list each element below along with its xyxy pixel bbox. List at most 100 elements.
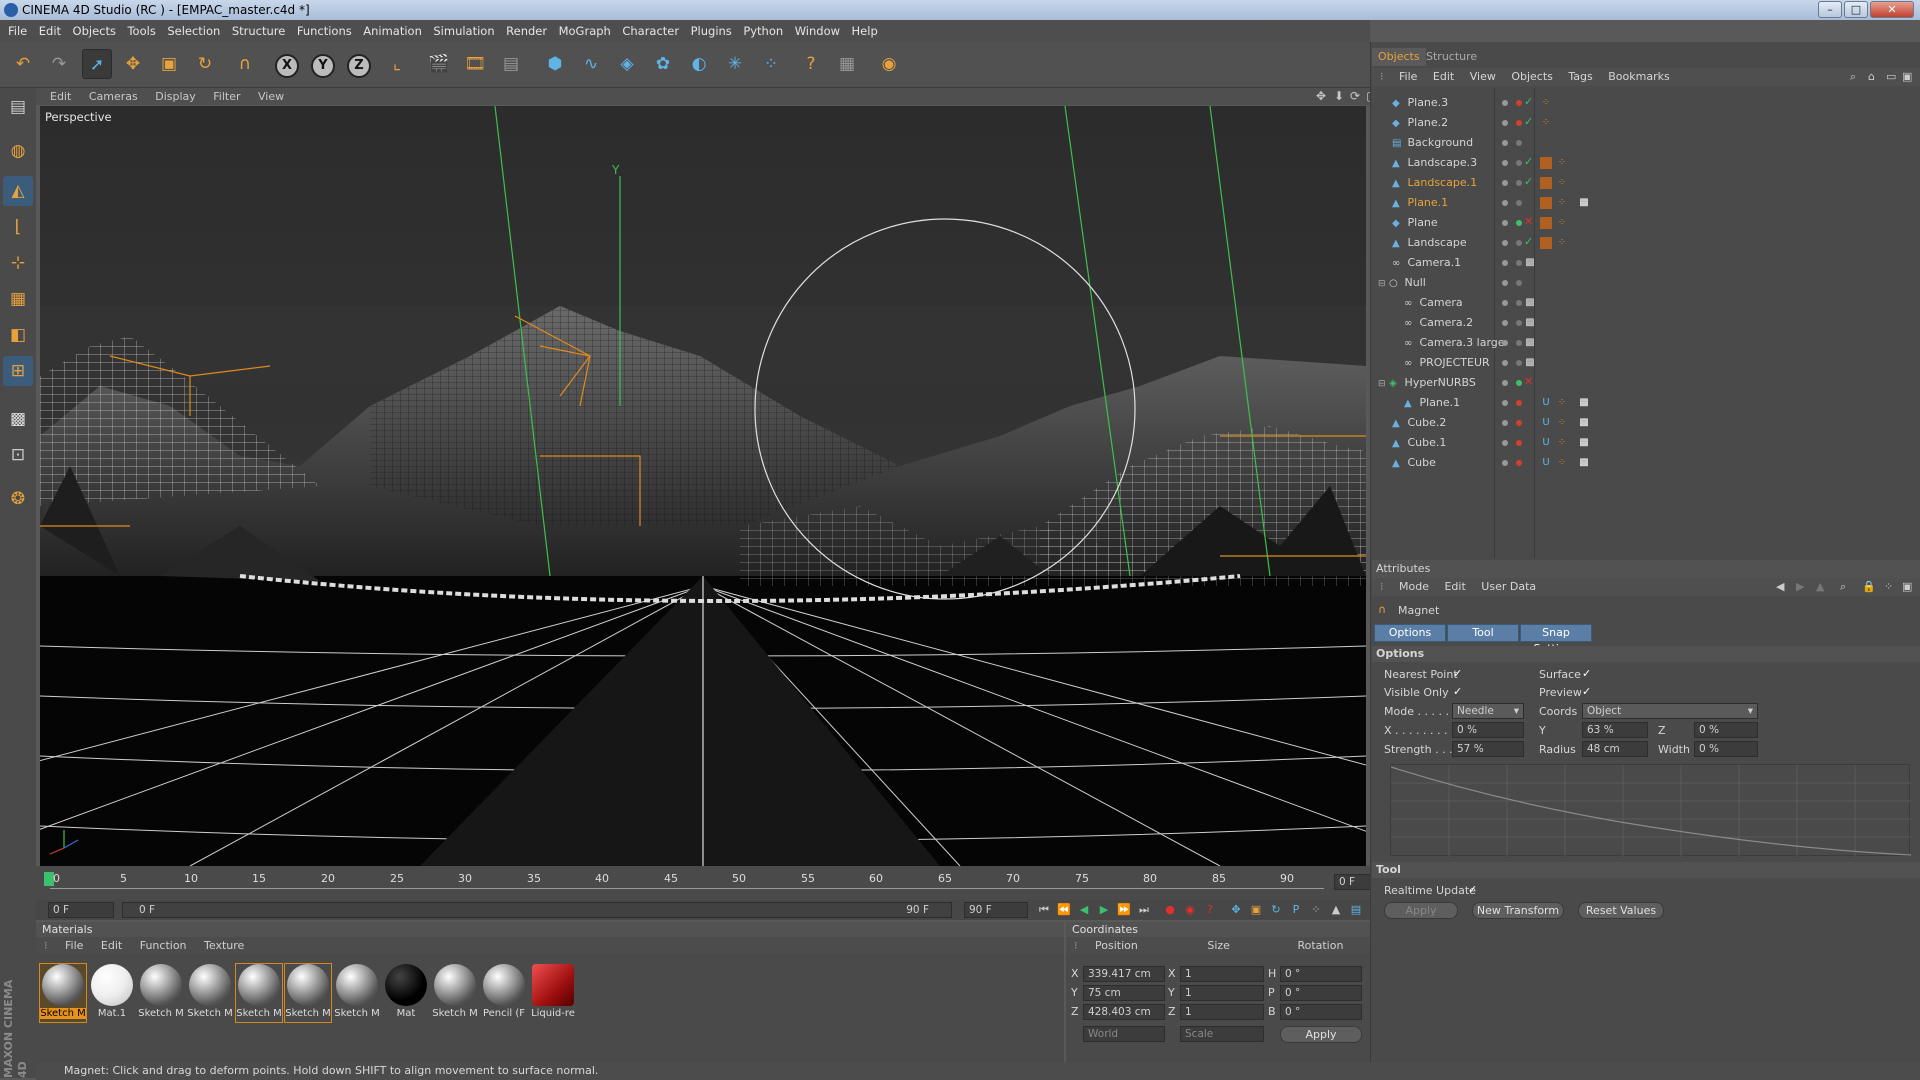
apply-button[interactable]: Apply: [1384, 902, 1458, 919]
checker-tag-icon[interactable]: ▩: [1578, 417, 1590, 429]
dolly-view-icon[interactable]: ⬇: [1334, 88, 1344, 105]
material-swatch[interactable]: Sketch M: [284, 963, 332, 1023]
menu-help[interactable]: Help: [852, 24, 878, 38]
material-swatch[interactable]: Liquid-re: [530, 964, 576, 1022]
object-row[interactable]: ▲ Plane.1: [1404, 394, 1460, 412]
mode-dropdown[interactable]: Needle ▾: [1452, 703, 1524, 719]
visibility-dot[interactable]: [1516, 420, 1522, 426]
checker-tag-icon[interactable]: ▩: [1578, 397, 1590, 409]
visibility-dot[interactable]: [1502, 220, 1508, 226]
visibility-dot[interactable]: [1516, 120, 1522, 126]
size-y-field[interactable]: 1: [1180, 985, 1264, 1001]
viewport-menu-edit[interactable]: Edit: [50, 90, 71, 103]
visibility-dot[interactable]: [1502, 160, 1508, 166]
visibility-dot[interactable]: [1502, 180, 1508, 186]
max-frame-field[interactable]: 90 F: [964, 902, 1028, 918]
start-frame-field[interactable]: 0 F: [48, 902, 114, 918]
tab-structure[interactable]: Structure: [1420, 48, 1483, 66]
realtime-update-checkbox[interactable]: ✓: [1468, 883, 1477, 896]
search-icon[interactable]: ⌕: [1840, 578, 1846, 596]
parameter-key-icon[interactable]: P: [1288, 902, 1304, 918]
visibility-dot[interactable]: [1502, 380, 1508, 386]
scene-icon[interactable]: ✳: [720, 49, 750, 79]
material-swatch[interactable]: Sketch M: [235, 963, 283, 1023]
play-forward-icon[interactable]: ▶: [1096, 902, 1112, 918]
object-row[interactable]: ∞ PROJECTEUR: [1404, 354, 1490, 372]
surface-checkbox[interactable]: ✓: [1582, 667, 1591, 680]
x-axis-lock-icon[interactable]: X: [272, 49, 302, 79]
visibility-dot[interactable]: [1502, 460, 1508, 466]
scale-key-icon[interactable]: ▣: [1248, 902, 1264, 918]
frame-range-slider[interactable]: 0 F 90 F: [122, 902, 952, 918]
visibility-dot[interactable]: [1516, 200, 1522, 206]
menu-animation[interactable]: Animation: [363, 24, 422, 38]
visibility-dot[interactable]: [1516, 140, 1522, 146]
uvw-tag-icon[interactable]: U: [1540, 437, 1552, 449]
minimize-button[interactable]: –: [1818, 1, 1842, 18]
phong-tag-icon[interactable]: ⁘: [1556, 217, 1568, 229]
menu-structure[interactable]: Structure: [232, 24, 286, 38]
pan-view-icon[interactable]: ✥: [1316, 88, 1326, 105]
uvw-tag-icon[interactable]: U: [1540, 457, 1552, 469]
preview-checkbox[interactable]: ✓: [1582, 685, 1591, 698]
visibility-dot[interactable]: [1516, 360, 1522, 366]
nurbs-icon[interactable]: ◈: [612, 49, 642, 79]
position-x-field[interactable]: 339.417 cm: [1083, 966, 1165, 982]
tab-options[interactable]: Options: [1374, 624, 1446, 642]
visible-only-checkbox[interactable]: ✓: [1453, 685, 1462, 698]
uvw-tag-icon[interactable]: U: [1540, 417, 1552, 429]
object-row[interactable]: ∞ Camera.3 large: [1404, 334, 1505, 352]
rotation-p-field[interactable]: 0 °: [1280, 985, 1362, 1001]
phong-tag-icon[interactable]: ⁘: [1556, 177, 1568, 189]
attributes-menu-user-data[interactable]: User Data: [1481, 580, 1536, 593]
visibility-dot[interactable]: [1516, 380, 1522, 386]
rotation-key-icon[interactable]: ↻: [1268, 902, 1284, 918]
position-key-icon[interactable]: ✥: [1228, 902, 1244, 918]
objects-menu-edit[interactable]: Edit: [1433, 70, 1454, 83]
tab-objects[interactable]: Objects: [1372, 48, 1426, 66]
camera-tag-icon[interactable]: ▩: [1524, 337, 1536, 349]
position-z-field[interactable]: 428.403 cm: [1083, 1004, 1165, 1020]
new-transform-button[interactable]: New Transform: [1472, 902, 1564, 919]
visibility-dot[interactable]: [1516, 180, 1522, 186]
phong-tag-icon[interactable]: ⁘: [1540, 117, 1552, 129]
help-icon[interactable]: ?: [796, 49, 826, 79]
materials-menu-function[interactable]: Function: [140, 939, 187, 952]
object-axis-icon[interactable]: ⌊: [3, 212, 33, 242]
undo-icon[interactable]: ↶: [8, 49, 38, 79]
visibility-dot[interactable]: [1516, 220, 1522, 226]
polygons-mode-icon[interactable]: ◧: [3, 320, 33, 350]
panel-close-icon[interactable]: ▣: [1902, 578, 1912, 596]
3d-viewport[interactable]: Y: [40, 106, 1366, 866]
rotate-view-icon[interactable]: ⟳: [1350, 88, 1360, 105]
coordinate-space-dropdown[interactable]: World: [1083, 1026, 1165, 1042]
visibility-dot[interactable]: [1502, 200, 1508, 206]
object-row[interactable]: ◆ Plane: [1392, 214, 1438, 232]
material-swatch[interactable]: Mat.1: [89, 964, 135, 1022]
visibility-dot[interactable]: [1516, 300, 1522, 306]
objects-menu-bookmarks[interactable]: Bookmarks: [1608, 70, 1669, 83]
collapse-toggle-icon[interactable]: ⊟: [1378, 279, 1386, 289]
render-picture-viewer-icon[interactable]: 🎞: [460, 49, 490, 79]
viewport-menu-view[interactable]: View: [258, 90, 284, 103]
visibility-dot[interactable]: [1516, 460, 1522, 466]
camera-tag-icon[interactable]: ▩: [1524, 317, 1536, 329]
y-axis-lock-icon[interactable]: Y: [308, 49, 338, 79]
object-row[interactable]: ▲ Landscape.3: [1392, 154, 1477, 172]
magnet-tool-icon[interactable]: ∩: [230, 49, 260, 79]
materials-menu-file[interactable]: File: [65, 939, 83, 952]
coordinates-apply-button[interactable]: Apply: [1280, 1026, 1362, 1043]
enabled-check-icon[interactable]: ✓: [1524, 115, 1533, 128]
rotation-h-field[interactable]: 0 °: [1280, 966, 1362, 982]
phong-tag-icon[interactable]: ⁘: [1556, 417, 1568, 429]
object-row[interactable]: ⊟ ○ Null: [1378, 274, 1426, 292]
visibility-dot[interactable]: [1502, 400, 1508, 406]
pla-key-icon[interactable]: ⁘: [1308, 902, 1324, 918]
strength-field[interactable]: 57 %: [1452, 741, 1524, 757]
material-tag-icon[interactable]: [1540, 157, 1552, 169]
visibility-dot[interactable]: [1502, 280, 1508, 286]
scale-tool-icon[interactable]: ▣: [154, 49, 184, 79]
render-view-icon[interactable]: 🎬: [424, 49, 454, 79]
maximize-button[interactable]: □: [1844, 1, 1868, 18]
phong-tag-icon[interactable]: ⁘: [1556, 237, 1568, 249]
